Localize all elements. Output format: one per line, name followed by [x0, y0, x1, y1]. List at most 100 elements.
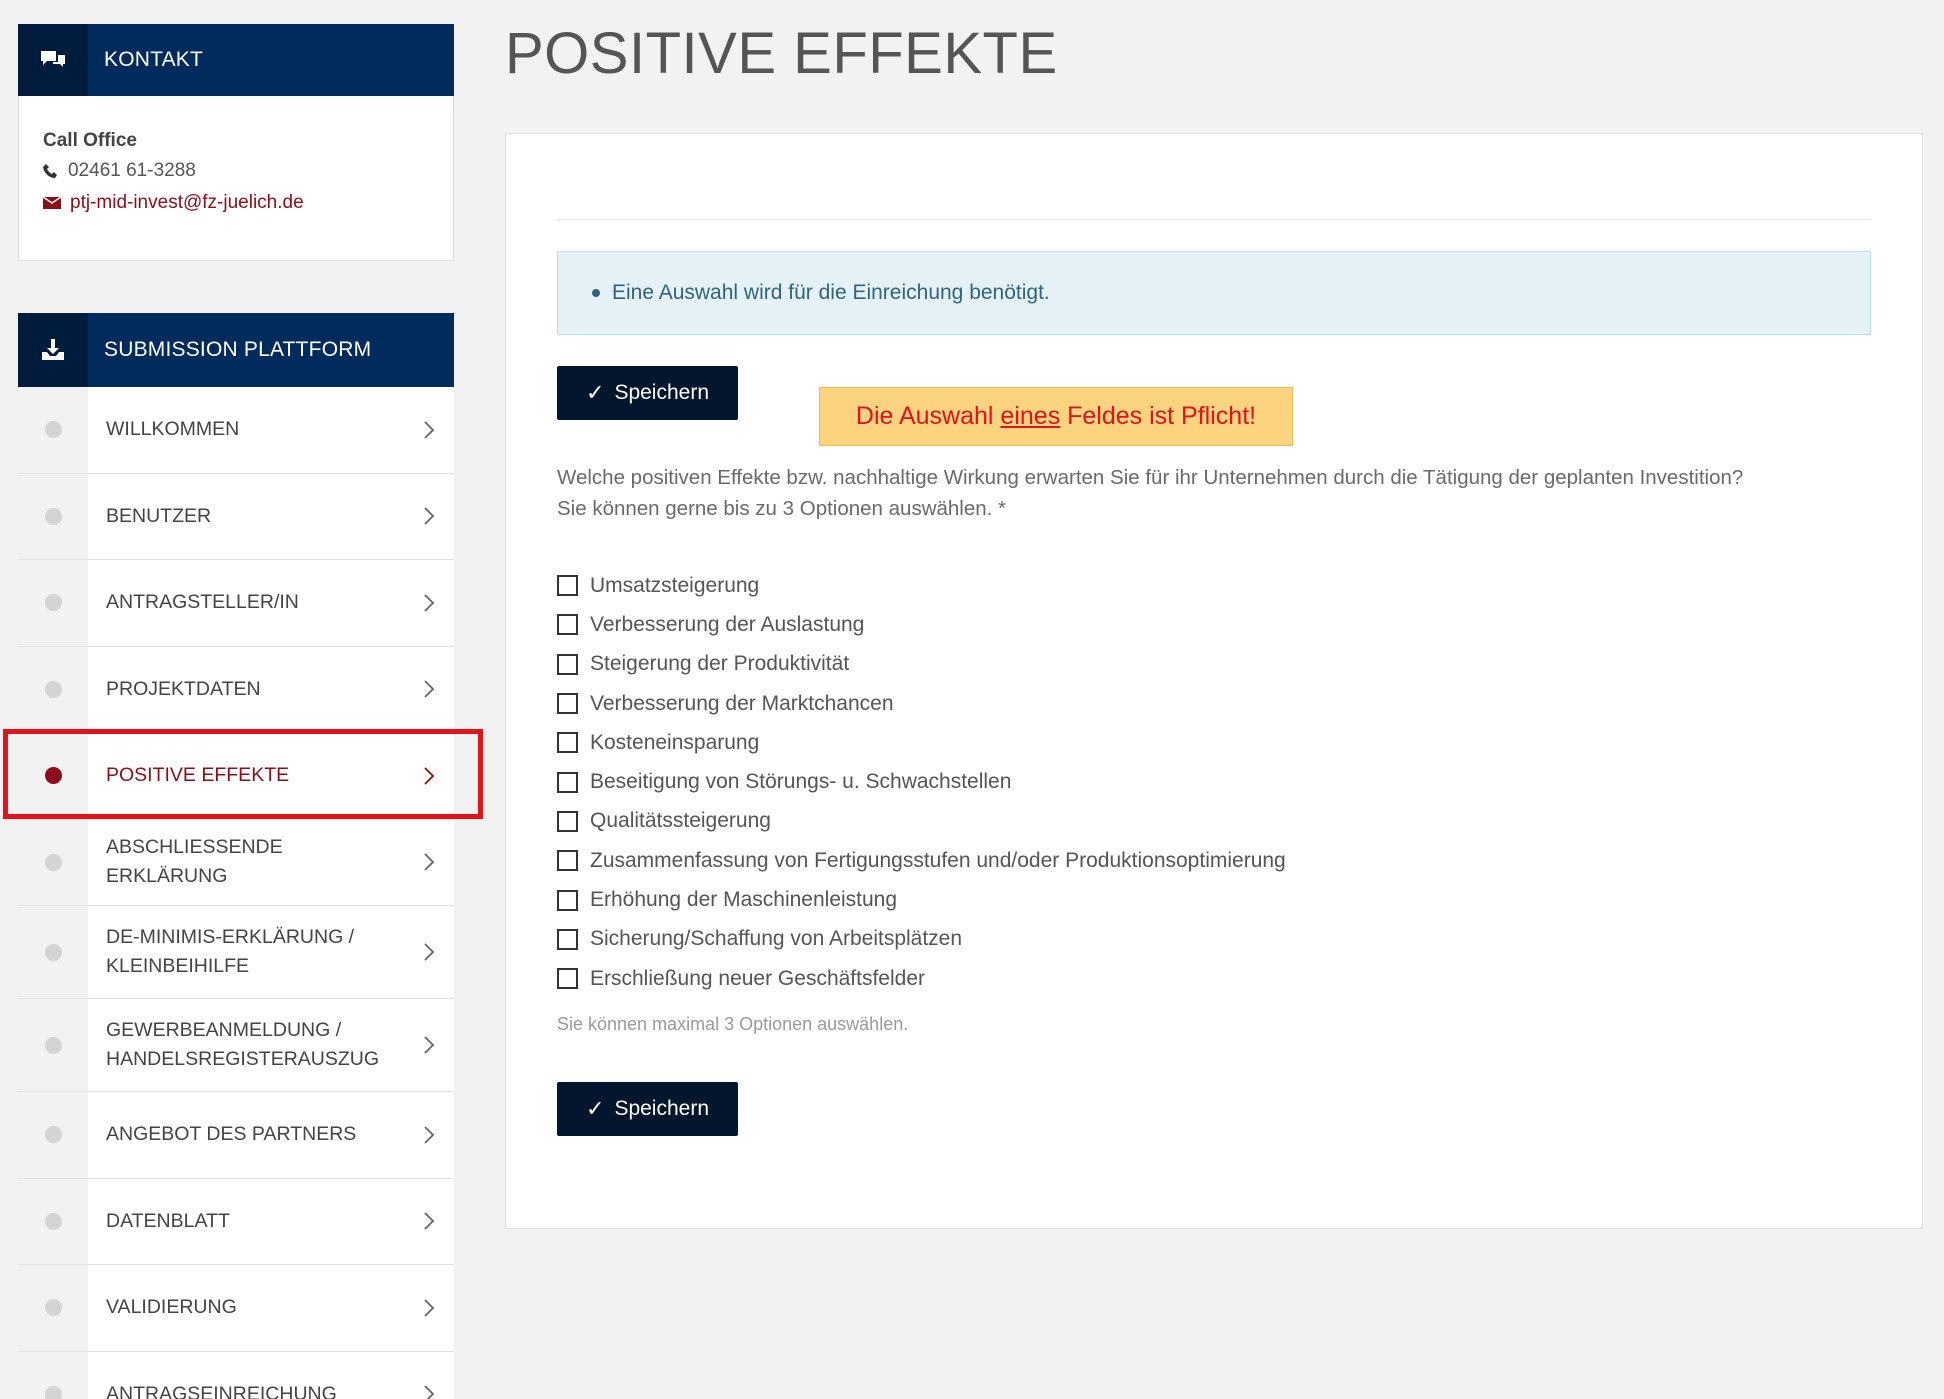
- option-label: Qualitätssteigerung: [590, 809, 771, 833]
- status-dot: [44, 1126, 62, 1144]
- option-label: Verbesserung der Auslastung: [590, 612, 865, 636]
- email-line[interactable]: ptj-mid-invest@fz-juelich.de: [43, 192, 429, 214]
- chevron-right-icon: [404, 766, 454, 786]
- download-tray-icon: [18, 313, 88, 387]
- checkbox[interactable]: [557, 850, 578, 872]
- nav-item-label: ABSCHLIESSENDE ERKLÄRUNG: [106, 836, 283, 888]
- chevron-right-icon: [404, 1298, 454, 1318]
- phone-number: 02461 61-3288: [68, 160, 196, 181]
- form-card: Eine Auswahl wird für die Einreichung be…: [505, 133, 1923, 1229]
- nav-item-label: DATENBLATT: [106, 1209, 230, 1232]
- nav-item-validierung[interactable]: VALIDIERUNG: [18, 1265, 454, 1352]
- option-label: Beseitigung von Störungs- u. Schwachstel…: [590, 770, 1012, 794]
- nav-item-projektdaten[interactable]: PROJEKTDATEN: [18, 646, 454, 733]
- chevron-right-icon: [404, 593, 454, 613]
- option-label: Erschließung neuer Geschäftsfelder: [590, 966, 926, 990]
- chat-icon: [18, 24, 88, 96]
- nav-item-label: VALIDIERUNG: [106, 1296, 237, 1319]
- status-dot-active: [44, 767, 62, 785]
- bullet-icon: [592, 289, 600, 297]
- mandatory-callout: Die Auswahl eines Feldes ist Pflicht!: [819, 387, 1293, 446]
- chevron-right-icon: [404, 1211, 454, 1231]
- nav-item-angebot-des-partners[interactable]: ANGEBOT DES PARTNERS: [18, 1092, 454, 1179]
- checkbox[interactable]: [557, 928, 578, 950]
- option-label: Erhöhung der Maschinenleistung: [590, 888, 898, 912]
- option-auslastung[interactable]: Verbesserung der Auslastung: [557, 605, 1286, 644]
- submission-title: SUBMISSION PLATTFORM: [104, 338, 372, 361]
- envelope-icon: [43, 197, 61, 209]
- option-arbeitsplaetze[interactable]: Sicherung/Schaffung von Arbeitsplätzen: [557, 920, 1286, 959]
- status-dot: [44, 594, 62, 612]
- nav-item-willkommen[interactable]: WILLKOMMEN: [18, 387, 454, 474]
- divider: [557, 219, 1871, 220]
- save-button-top[interactable]: ✓ Speichern: [557, 366, 738, 420]
- nav-item-positive-effekte[interactable]: POSITIVE EFFEKTE: [18, 733, 454, 820]
- option-marktchancen[interactable]: Verbesserung der Marktchancen: [557, 684, 1286, 723]
- save-button-bottom[interactable]: ✓ Speichern: [557, 1082, 738, 1136]
- chevron-right-icon: [404, 1035, 454, 1055]
- chevron-right-icon: [404, 852, 454, 872]
- option-kosteneinsparung[interactable]: Kosteneinsparung: [557, 723, 1286, 762]
- option-label: Kosteneinsparung: [590, 730, 760, 754]
- nav-item-label: DE-MINIMIS-ERKLÄRUNG / KLEINBEIHILFE: [106, 926, 355, 977]
- callout-text-after: Feldes ist Pflicht!: [1060, 402, 1257, 430]
- chevron-right-icon: [404, 1125, 454, 1145]
- page-title: POSITIVE EFFEKTE: [505, 21, 1058, 86]
- submission-nav: WILLKOMMEN BENUTZER ANTRAGSTELLER/IN PRO…: [18, 387, 454, 1399]
- submission-header: SUBMISSION PLATTFORM: [18, 313, 454, 387]
- max-options-hint: Sie können maximal 3 Optionen auswählen.: [557, 1014, 909, 1034]
- status-dot: [44, 680, 62, 698]
- checkbox[interactable]: [557, 889, 578, 911]
- status-dot: [44, 507, 62, 525]
- option-label: Steigerung der Produktivität: [590, 652, 850, 676]
- status-dot: [44, 1299, 62, 1317]
- nav-item-abschliessende-erklaerung[interactable]: ABSCHLIESSENDE ERKLÄRUNG: [18, 819, 454, 906]
- nav-item-datenblatt[interactable]: DATENBLATT: [18, 1178, 454, 1265]
- status-dot: [44, 1036, 62, 1054]
- callout-text-underlined: eines: [1000, 402, 1061, 430]
- nav-item-gewerbeanmeldung[interactable]: GEWERBEANMELDUNG / HANDELSREGISTERAUSZUG: [18, 999, 454, 1092]
- status-dot: [44, 1385, 62, 1399]
- save-label: Speichern: [614, 1097, 709, 1120]
- checkbox[interactable]: [557, 771, 578, 793]
- nav-item-de-minimis[interactable]: DE-MINIMIS-ERKLÄRUNG / KLEINBEIHILFE: [18, 906, 454, 999]
- option-stoerungen[interactable]: Beseitigung von Störungs- u. Schwachstel…: [557, 762, 1286, 801]
- question-line-2: Sie können gerne bis zu 3 Optionen auswä…: [557, 497, 1007, 520]
- phone-line: 02461 61-3288: [43, 160, 429, 182]
- options-list: Umsatzsteigerung Verbesserung der Auslas…: [557, 566, 1286, 998]
- save-label: Speichern: [614, 381, 709, 404]
- kontakt-card: Call Office 02461 61-3288 ptj-mid-invest…: [18, 96, 454, 261]
- callout-text-before: Die Auswahl: [855, 402, 1001, 430]
- question-line-1: Welche positiven Effekte bzw. nachhaltig…: [557, 466, 1744, 489]
- checkbox[interactable]: [557, 810, 578, 832]
- nav-item-antragseinreichung[interactable]: ANTRAGSEINREICHUNG: [18, 1351, 454, 1399]
- option-umsatzsteigerung[interactable]: Umsatzsteigerung: [557, 566, 1286, 605]
- nav-item-label: ANGEBOT DES PARTNERS: [106, 1123, 357, 1146]
- nav-item-label: BENUTZER: [106, 504, 212, 527]
- checkbox[interactable]: [557, 968, 578, 990]
- phone-icon: [43, 164, 57, 178]
- checkbox[interactable]: [557, 614, 578, 636]
- option-qualitaet[interactable]: Qualitätssteigerung: [557, 802, 1286, 841]
- checkbox[interactable]: [557, 693, 578, 715]
- nav-item-benutzer[interactable]: BENUTZER: [18, 473, 454, 560]
- chevron-right-icon: [404, 1384, 454, 1399]
- nav-item-antragsteller[interactable]: ANTRAGSTELLER/IN: [18, 560, 454, 647]
- checkbox[interactable]: [557, 653, 578, 675]
- kontakt-header: KONTAKT: [18, 24, 454, 96]
- checkmark-icon: ✓: [586, 380, 605, 405]
- option-produktivitaet[interactable]: Steigerung der Produktivität: [557, 645, 1286, 684]
- checkbox[interactable]: [557, 732, 578, 754]
- status-dot: [44, 1212, 62, 1230]
- option-maschinenleistung[interactable]: Erhöhung der Maschinenleistung: [557, 880, 1286, 919]
- checkbox[interactable]: [557, 575, 578, 597]
- email-link[interactable]: ptj-mid-invest@fz-juelich.de: [70, 192, 304, 214]
- office-label: Call Office: [43, 130, 137, 151]
- nav-item-label: WILLKOMMEN: [106, 418, 240, 441]
- option-geschaeftsfelder[interactable]: Erschließung neuer Geschäftsfelder: [557, 959, 1286, 998]
- nav-item-label: GEWERBEANMELDUNG / HANDELSREGISTERAUSZUG: [106, 1019, 380, 1070]
- question-text: Welche positiven Effekte bzw. nachhaltig…: [557, 462, 1832, 524]
- chevron-right-icon: [404, 506, 454, 526]
- option-fertigungsstufen[interactable]: Zusammenfassung von Fertigungsstufen und…: [557, 841, 1286, 880]
- option-label: Umsatzsteigerung: [590, 573, 760, 597]
